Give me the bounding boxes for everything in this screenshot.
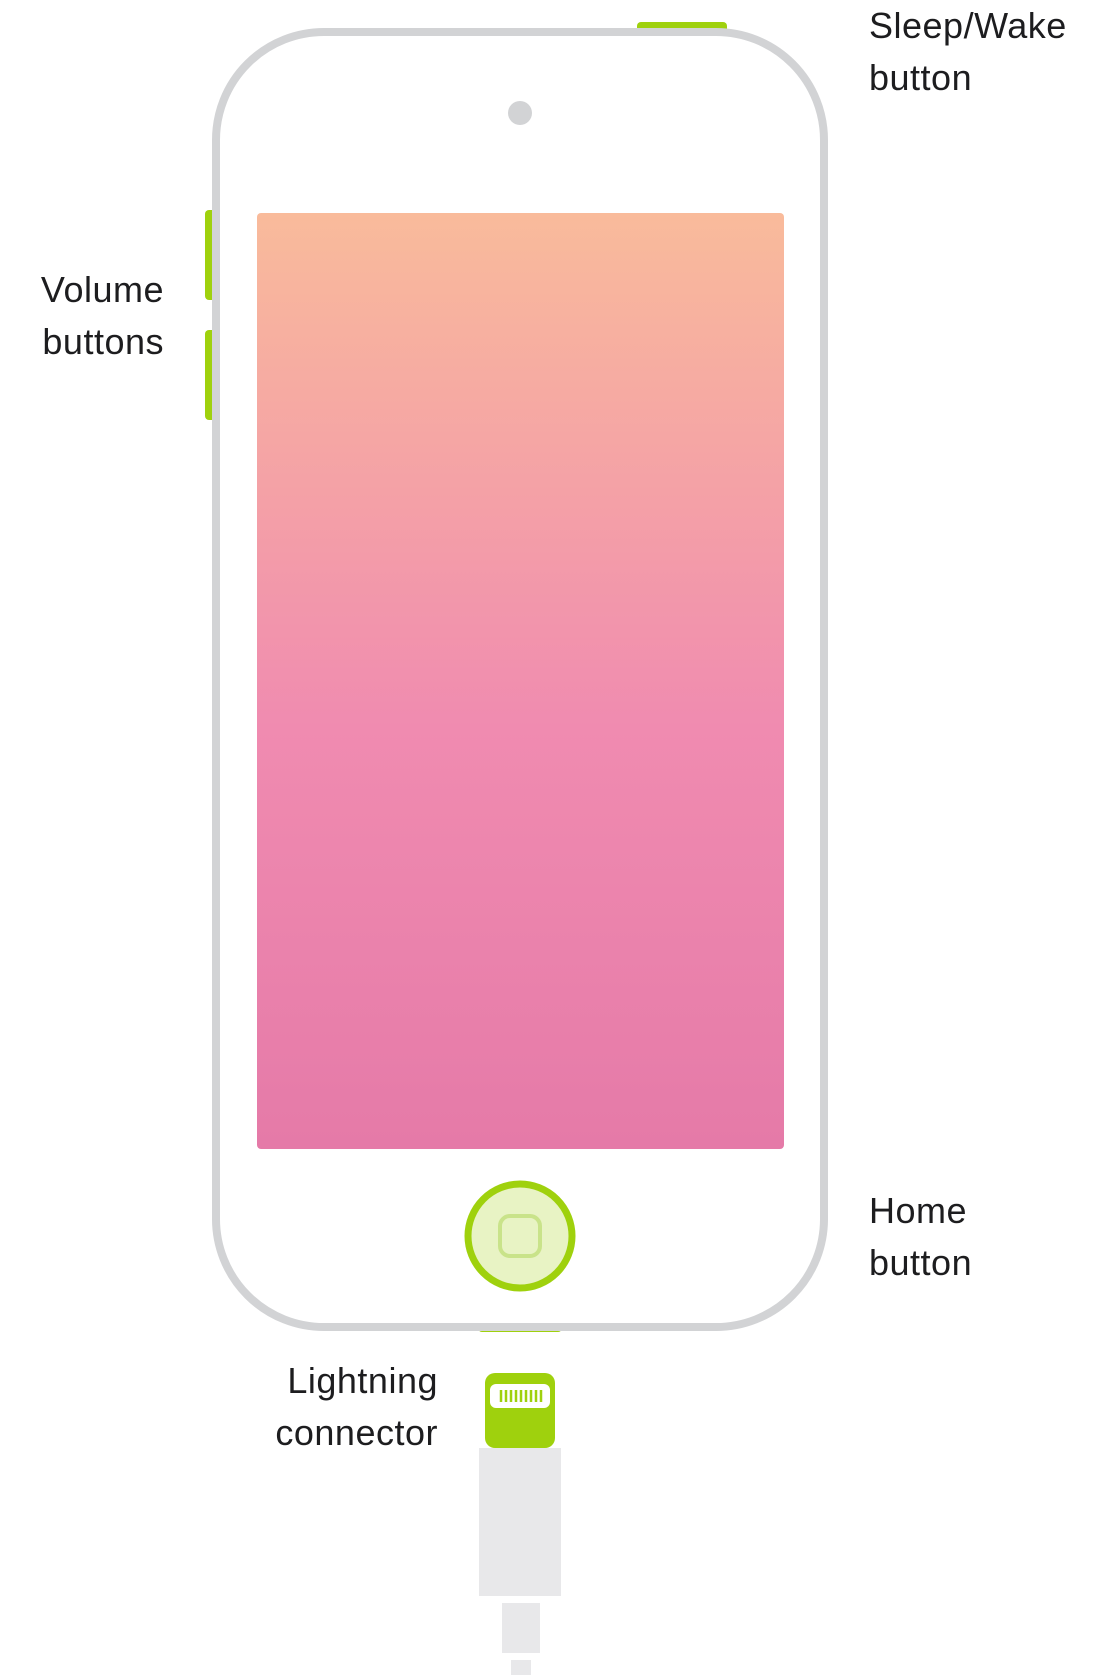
cable-connector-housing <box>479 1448 561 1596</box>
sleep-wake-label: Sleep/Wake button <box>869 0 1067 104</box>
volume-label-line2: buttons <box>42 321 164 362</box>
volume-buttons-label: Volume buttons <box>10 264 164 368</box>
home-label-line2: button <box>869 1242 973 1283</box>
home-button <box>464 1180 576 1292</box>
ipod-touch-diagram <box>205 22 828 1675</box>
lightning-cable <box>479 1373 561 1675</box>
home-button-label: Home button <box>869 1185 972 1289</box>
cable-strain-relief <box>502 1603 540 1653</box>
home-label-line1: Home <box>869 1190 968 1231</box>
lightning-label-line2: connector <box>275 1412 438 1453</box>
sleep-wake-label-line2: button <box>869 57 973 98</box>
camera-icon <box>508 101 532 125</box>
lightning-connector-label: Lightning connector <box>230 1355 438 1459</box>
device-screen <box>257 213 784 1149</box>
lightning-contacts <box>499 1390 543 1402</box>
sleep-wake-label-line1: Sleep/Wake <box>869 5 1067 46</box>
cable-wire <box>511 1660 531 1675</box>
lightning-label-line1: Lightning <box>287 1360 438 1401</box>
volume-label-line1: Volume <box>40 269 164 310</box>
